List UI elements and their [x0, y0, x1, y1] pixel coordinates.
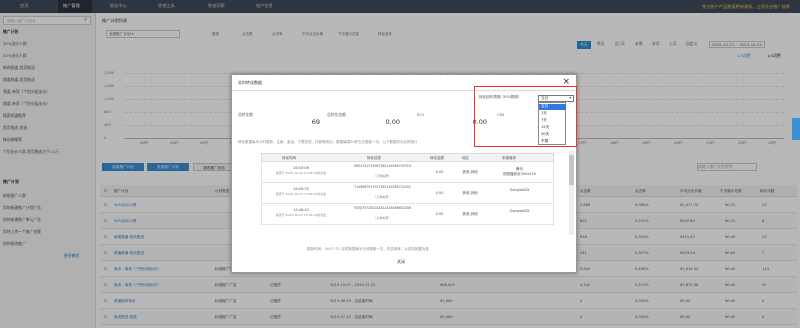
floating-help-tab[interactable] [792, 118, 800, 140]
metric-value-conversions: 69 [311, 118, 320, 126]
conv-media: 腾讯 [516, 167, 523, 171]
conv-amount: 0.00 [435, 212, 444, 216]
window-option[interactable]: 15天 [539, 125, 566, 131]
metric-label-roi: ROI [417, 112, 424, 117]
chevron-down-icon: ▾ [569, 96, 571, 100]
window-option[interactable]: 当日 [539, 104, 566, 110]
conv-info: 7149667913757287144558722452 [354, 185, 411, 189]
conv-region: 其他-其他 [462, 191, 478, 195]
column-header: 转化时间 [282, 156, 296, 160]
conv-info-sub: （订单编号） [373, 195, 392, 199]
modal-table-scrollbar[interactable] [569, 151, 574, 235]
conv-time-source: 来源于 2015-10-23 14:06:34的点击 [275, 171, 327, 175]
window-selected-value: 当日 [541, 96, 549, 100]
conversion-row: 16:00:25 来源于 2015-10-23 13:06:45的点击 714966… [261, 183, 554, 204]
conv-time: 15:46:43 [293, 208, 309, 212]
conv-region: 其他-其他 [462, 212, 478, 216]
conv-media-sub: 视频播放页300x250 [503, 172, 536, 176]
conv-amount: 0.00 [435, 191, 444, 195]
conv-time-source: 来源于 2015-10-23 15:36:10的点击 [275, 213, 327, 217]
conv-info: 5538757262042811445586602456 [354, 206, 411, 210]
column-header: 转化金额 [430, 156, 444, 160]
column-header: 地区 [462, 156, 469, 160]
conv-time-source: 来源于 2015-10-23 13:06:45的点击 [275, 192, 327, 196]
conversion-row: 16:03:06 来源于 2015-10-23 14:06:34的点击 085474… [261, 162, 554, 183]
window-select[interactable]: 当日 ▾ [538, 95, 574, 102]
column-header: 转化信息 [367, 156, 381, 160]
window-options-list: 当日 1天 7天 15天 30天 不限 [538, 102, 566, 145]
conversion-table-header: 转化时间 转化信息 转化金额 地区 来源媒体 [261, 153, 554, 162]
window-label: 转化回环周期（ROI周期） [479, 95, 522, 99]
conv-media: GoogleADX [509, 209, 530, 213]
window-option[interactable]: 1天 [539, 111, 566, 117]
conv-info: 0854741374067962144558732319 [354, 164, 411, 168]
conv-media: GoogleADX [509, 188, 530, 192]
conv-amount: 0.00 [435, 170, 444, 174]
modal-close-button[interactable]: 关闭 [397, 259, 405, 265]
conv-time: 16:00:25 [293, 187, 309, 191]
conv-region: 其他-其他 [462, 170, 478, 174]
modal-title: 实时转化数据 [238, 80, 262, 85]
modal-description: 转化数据每半小时更新，注册、激活、下载完成、付款等成功、数据每隔30秒左右更新一… [238, 140, 418, 144]
conversion-row: 15:46:43 来源于 2015-10-23 15:36:10的点击 553875… [261, 204, 554, 225]
column-header: 来源媒体 [502, 156, 516, 160]
conv-time: 16:03:06 [293, 166, 309, 170]
window-option[interactable]: 30天 [539, 132, 566, 138]
conv-info-sub: （订单编号） [373, 216, 392, 220]
modal-footer-note: 更新时间：16:07:51 实时数据每半分钟更新一次，仅供参考，以实际数据为准 [307, 247, 429, 251]
metric-value-amount: 0.00 [385, 118, 400, 126]
scrollbar-thumb[interactable] [569, 155, 574, 185]
window-option[interactable]: 7天 [539, 118, 566, 124]
conv-info-sub: （订单编号） [373, 174, 392, 178]
window-option[interactable]: 不限 [539, 139, 566, 145]
